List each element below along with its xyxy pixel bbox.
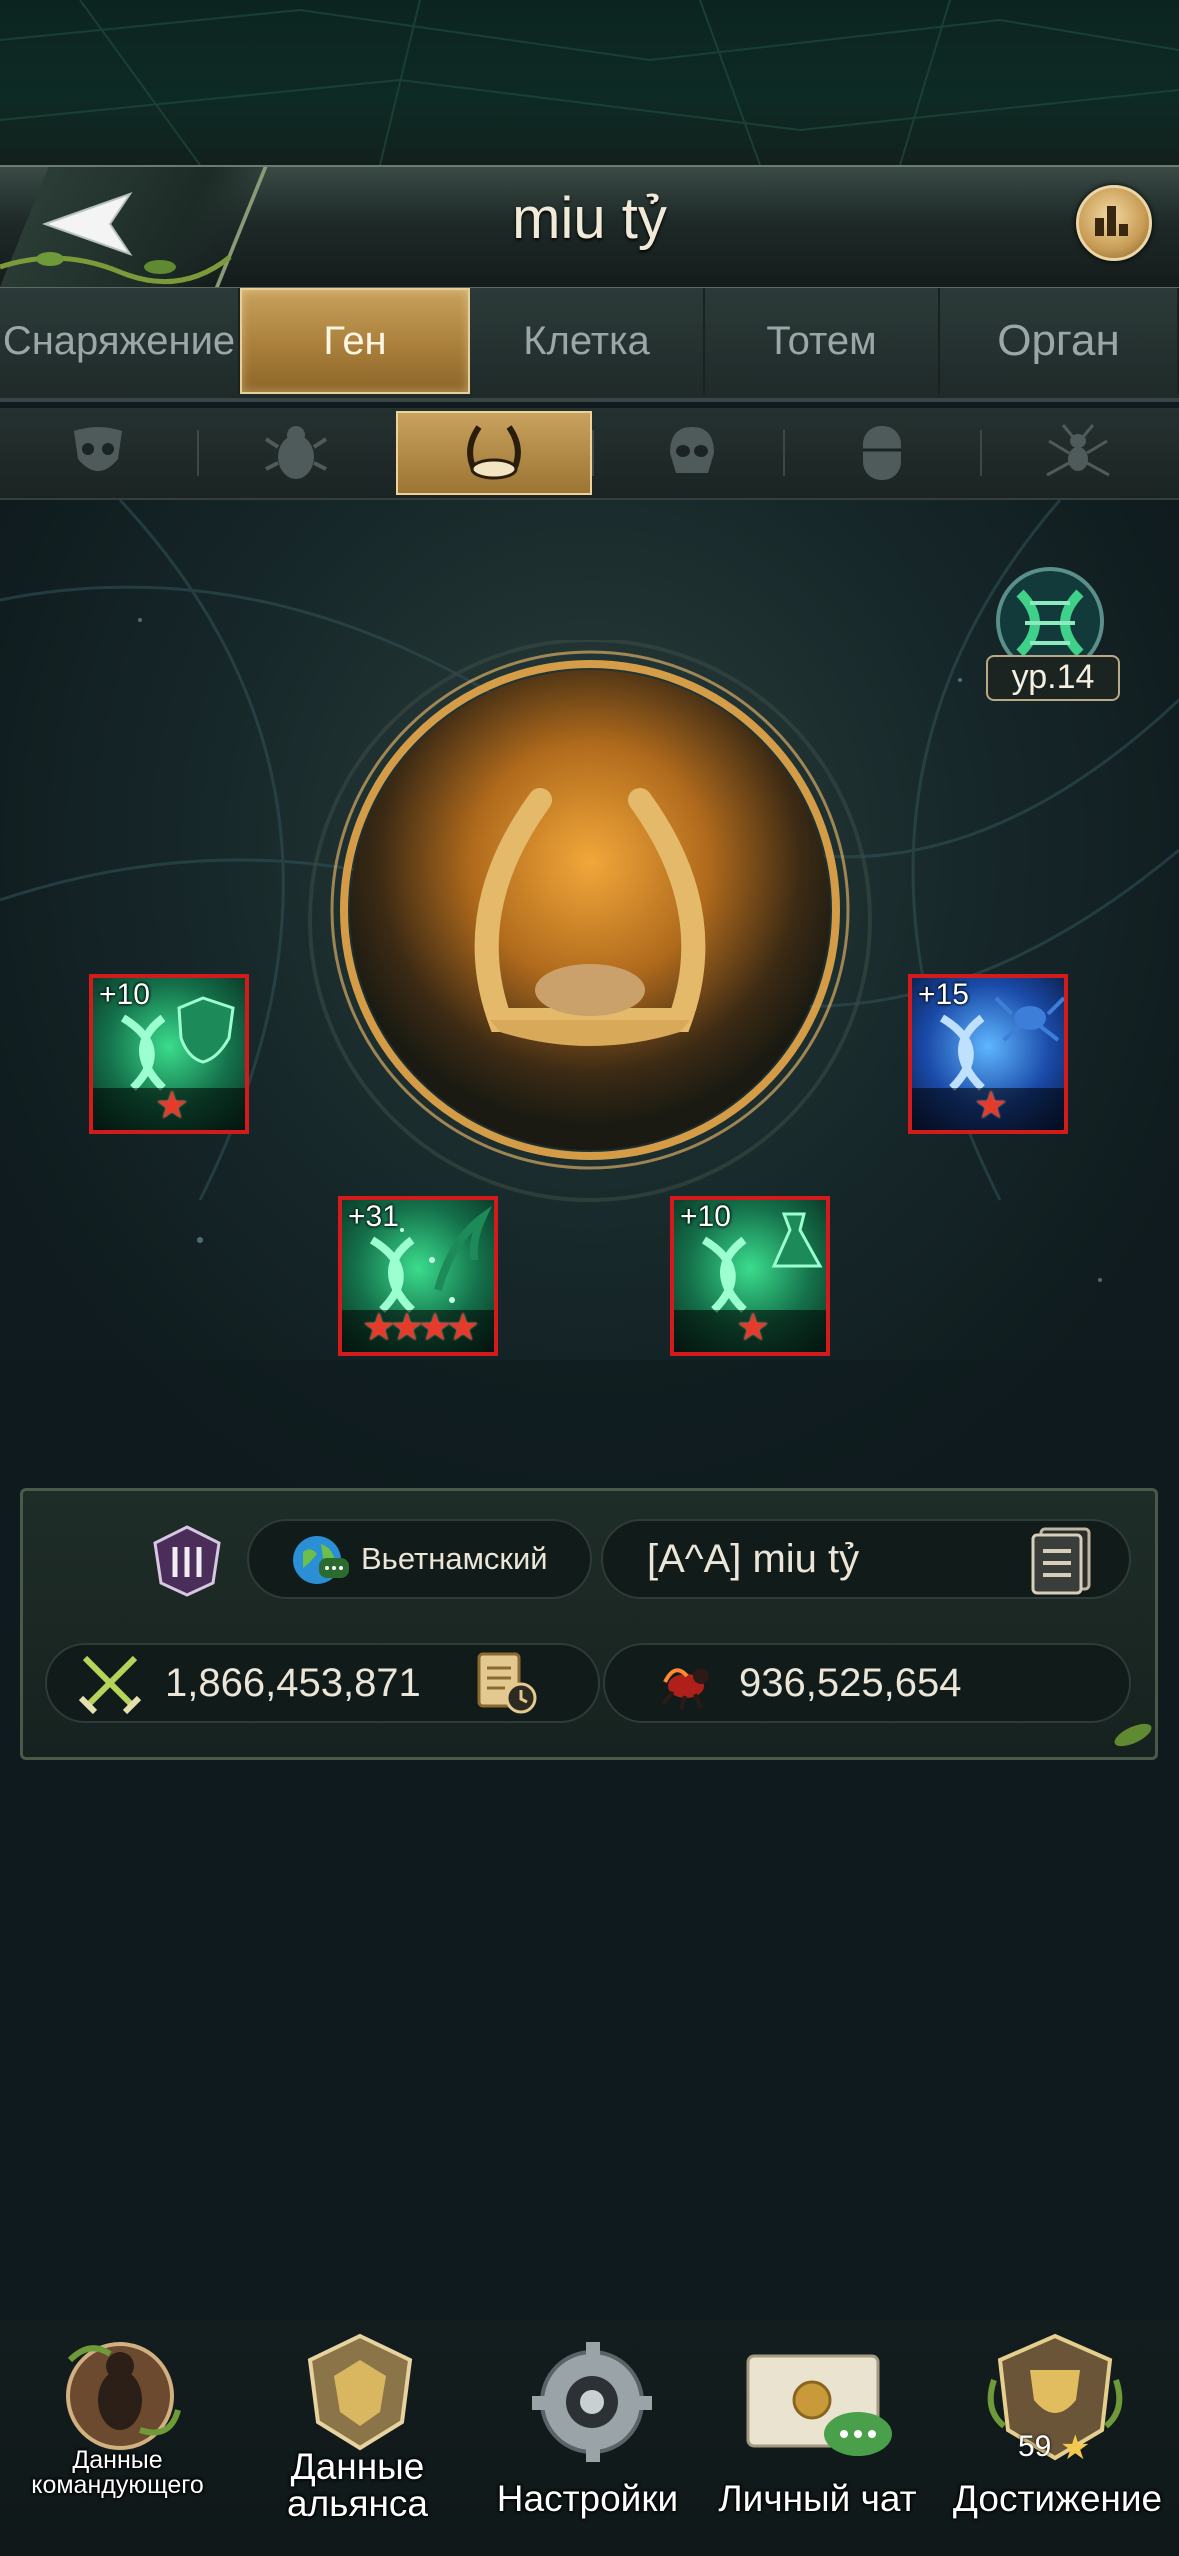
nav-settings[interactable]: Настройки xyxy=(470,2330,705,2540)
language-value: Вьетнамский xyxy=(361,1541,548,1576)
nav-commander-data[interactable]: Данные командующего xyxy=(0,2330,235,2540)
subtab-capsule[interactable] xyxy=(784,411,980,495)
beetle-icon xyxy=(264,426,328,479)
fire-ant-icon xyxy=(661,1668,709,1711)
commander-icon xyxy=(66,2342,181,2450)
nav-alliance-data[interactable]: Данные альянса xyxy=(240,2330,475,2540)
gene-star-rating: ★★★★ xyxy=(361,1307,480,1349)
gear-icon xyxy=(532,2342,652,2462)
crossed-swords-icon xyxy=(78,1655,142,1715)
mask-icon xyxy=(74,427,122,471)
ranking-button[interactable] xyxy=(1076,185,1152,261)
sub-tabs xyxy=(0,408,1179,501)
subtab-horns[interactable] xyxy=(396,411,592,495)
nav-alliance-label: Данные альянса xyxy=(287,2446,428,2524)
kills-pill: 936,525,654 xyxy=(603,1643,1131,1723)
main-tabs: Снаряжение Ген Клетка Тотем Орган xyxy=(0,288,1179,402)
subtab-skull[interactable] xyxy=(594,411,790,495)
star-icon: ★ xyxy=(1060,2429,1091,2467)
gene-star-rating: ★ xyxy=(973,1085,1008,1127)
tab-equipment[interactable]: Снаряжение xyxy=(0,288,240,394)
power-value: 1,866,453,871 xyxy=(165,1660,421,1705)
scroll-history-icon[interactable] xyxy=(471,1648,541,1718)
gene-slot-1[interactable]: +10 ★ xyxy=(89,974,249,1134)
copy-document-icon[interactable] xyxy=(1029,1525,1097,1597)
gene-plus-level: +15 xyxy=(918,978,969,1011)
gene-slot-4[interactable]: +10 ★ xyxy=(670,1196,830,1356)
header-bar: miu tỷ xyxy=(0,165,1179,290)
horns-icon xyxy=(467,425,521,480)
tab-cell[interactable]: Клетка xyxy=(470,288,705,394)
nav-settings-label: Настройки xyxy=(496,2478,679,2519)
rank-emblem-icon xyxy=(153,1525,221,1597)
tab-organ[interactable]: Орган xyxy=(940,288,1179,394)
gene-star-rating: ★ xyxy=(735,1307,770,1349)
alliance-icon xyxy=(307,2333,413,2451)
skull-icon xyxy=(670,427,714,473)
gene-plus-level: +31 xyxy=(348,1200,399,1233)
kills-value: 936,525,654 xyxy=(739,1660,962,1705)
profile-info-panel: Вьетнамский [A^A] miu tỷ 1,866,453,871 9… xyxy=(20,1488,1158,1760)
nav-private-chat[interactable]: Личный чат xyxy=(700,2330,935,2540)
nav-commander-label: Данные командующего xyxy=(31,2446,204,2499)
subtab-beetle[interactable] xyxy=(198,411,394,495)
language-pill[interactable]: Вьетнамский xyxy=(247,1519,592,1599)
central-gene-orb[interactable] xyxy=(290,640,890,1240)
nav-achievement[interactable]: 59 ★ Достижение xyxy=(940,2330,1175,2540)
achievement-count: 59 xyxy=(1018,2430,1052,2463)
globe-chat-icon xyxy=(293,1536,349,1584)
subtab-mask[interactable] xyxy=(0,411,196,495)
gene-plus-level: +10 xyxy=(680,1200,731,1233)
tab-gene[interactable]: Ген xyxy=(240,288,470,394)
capsule-icon xyxy=(863,426,901,480)
gene-star-rating: ★ xyxy=(154,1085,189,1127)
gene-slot-2[interactable]: +15 ★ xyxy=(908,974,1068,1134)
subtab-ant[interactable] xyxy=(980,411,1176,495)
trophy-icon xyxy=(987,2333,1123,2461)
nav-achievement-label: Достижение xyxy=(952,2478,1163,2519)
nav-private-chat-label: Личный чат xyxy=(718,2478,917,2519)
page-title: miu tỷ xyxy=(512,186,667,251)
gene-level-label: ур.14 xyxy=(986,655,1120,701)
gene-slot-3[interactable]: +31 ★★★★ xyxy=(338,1196,498,1356)
leaf-decoration xyxy=(1114,1723,1152,1747)
gene-plus-level: +10 xyxy=(99,978,150,1011)
player-name: [A^A] miu tỷ xyxy=(647,1536,860,1581)
top-background xyxy=(0,0,1179,165)
tab-totem[interactable]: Тотем xyxy=(705,288,940,394)
ant-icon xyxy=(1046,424,1110,477)
bar-chart-icon xyxy=(1095,206,1128,236)
mail-icon xyxy=(746,2354,892,2456)
